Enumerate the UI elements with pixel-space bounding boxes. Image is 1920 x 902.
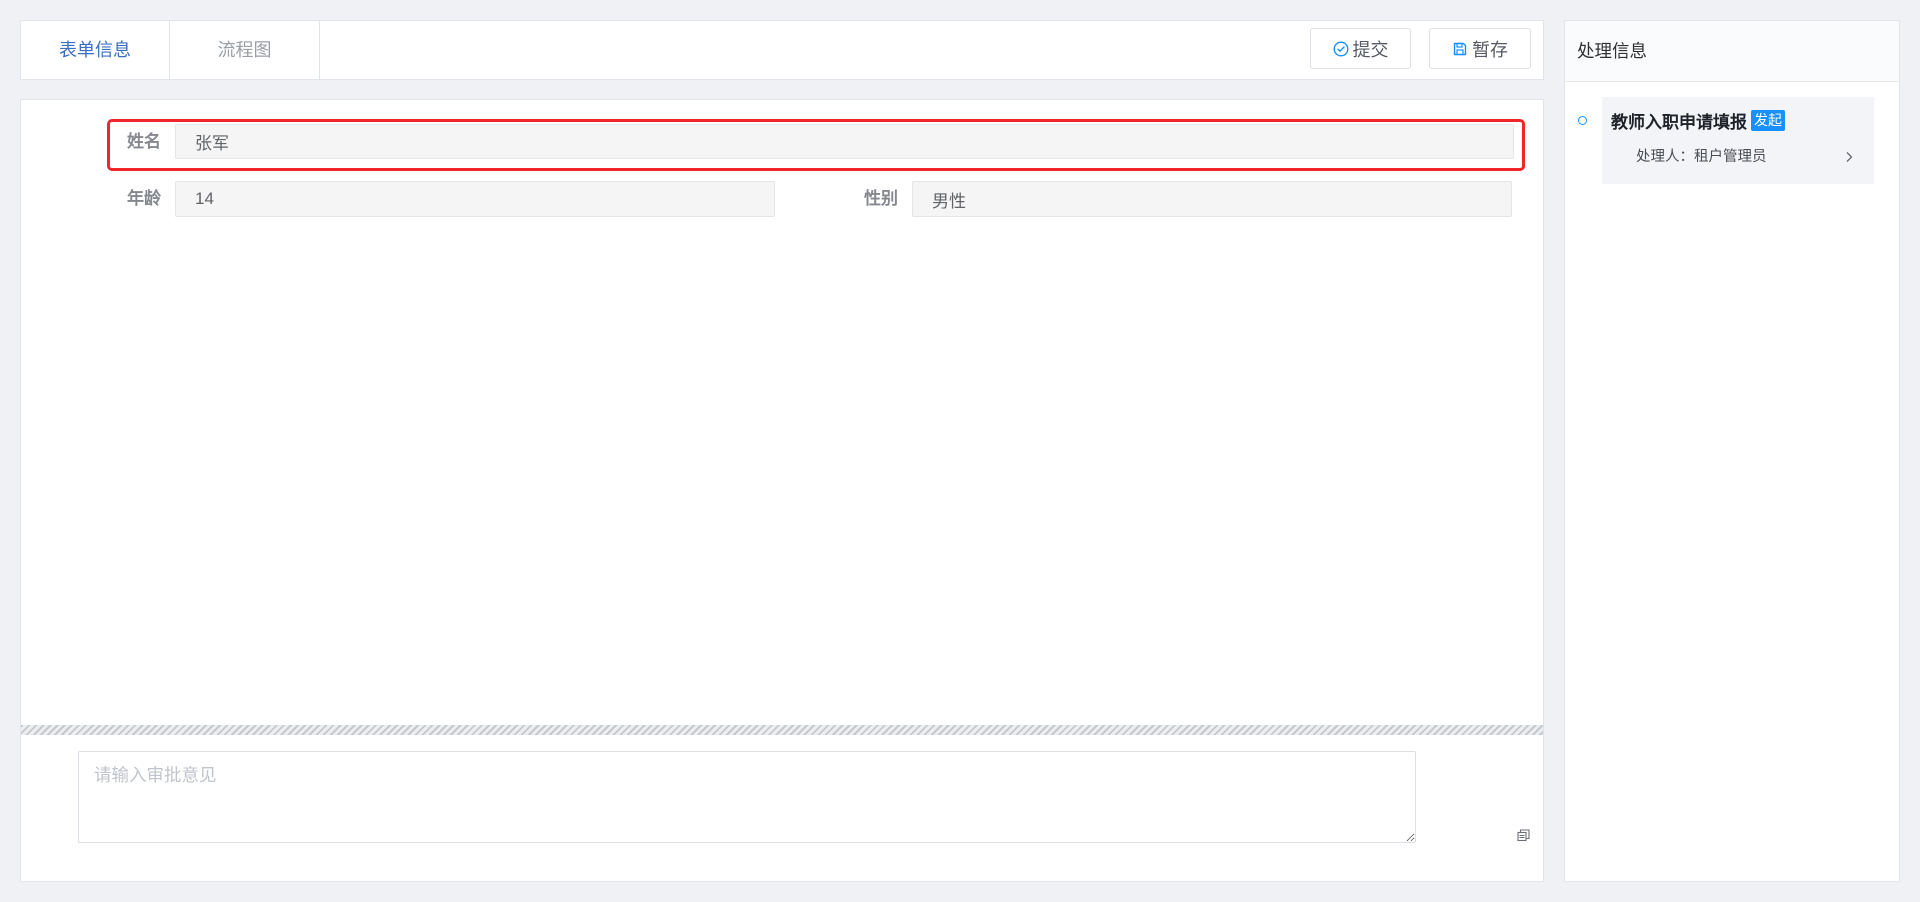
submit-button[interactable]: 提交 <box>1310 28 1411 69</box>
top-tab-bar: 表单信息 流程图 提交 暂存 <box>20 20 1544 80</box>
age-field[interactable] <box>175 181 775 217</box>
copy-icon[interactable] <box>1517 829 1530 842</box>
step-title: 教师入职申请填报 <box>1611 112 1747 132</box>
process-info-panel: 处理信息 教师入职申请填报 发起 处理人：租户管理员 <box>1564 20 1900 882</box>
submit-label: 提交 <box>1352 39 1389 60</box>
gender-label: 性别 <box>864 189 898 208</box>
tab-flowchart[interactable]: 流程图 <box>170 21 320 79</box>
save-label: 暂存 <box>1472 39 1508 60</box>
chevron-right-icon <box>1844 151 1854 163</box>
save-draft-button[interactable]: 暂存 <box>1429 28 1531 69</box>
age-label: 年龄 <box>127 189 161 208</box>
process-step-card[interactable]: 教师入职申请填报 发起 处理人：租户管理员 <box>1602 97 1874 184</box>
form-panel: 姓名 年龄 性别 <box>20 99 1544 882</box>
save-icon <box>1452 41 1468 57</box>
step-status-badge: 发起 <box>1751 109 1785 131</box>
split-pane-divider[interactable] <box>21 725 1543 735</box>
tab-form-info[interactable]: 表单信息 <box>21 21 170 79</box>
approval-comment-textarea[interactable] <box>78 751 1416 843</box>
gender-field[interactable] <box>912 181 1512 217</box>
check-circle-icon <box>1332 40 1349 57</box>
name-field[interactable] <box>175 124 1514 159</box>
name-label: 姓名 <box>127 132 161 151</box>
step-handler: 处理人：租户管理员 <box>1636 149 1767 165</box>
timeline-dot <box>1578 116 1587 125</box>
step-title-row: 教师入职申请填报 发起 <box>1611 108 1785 132</box>
process-panel-title: 处理信息 <box>1565 21 1899 82</box>
